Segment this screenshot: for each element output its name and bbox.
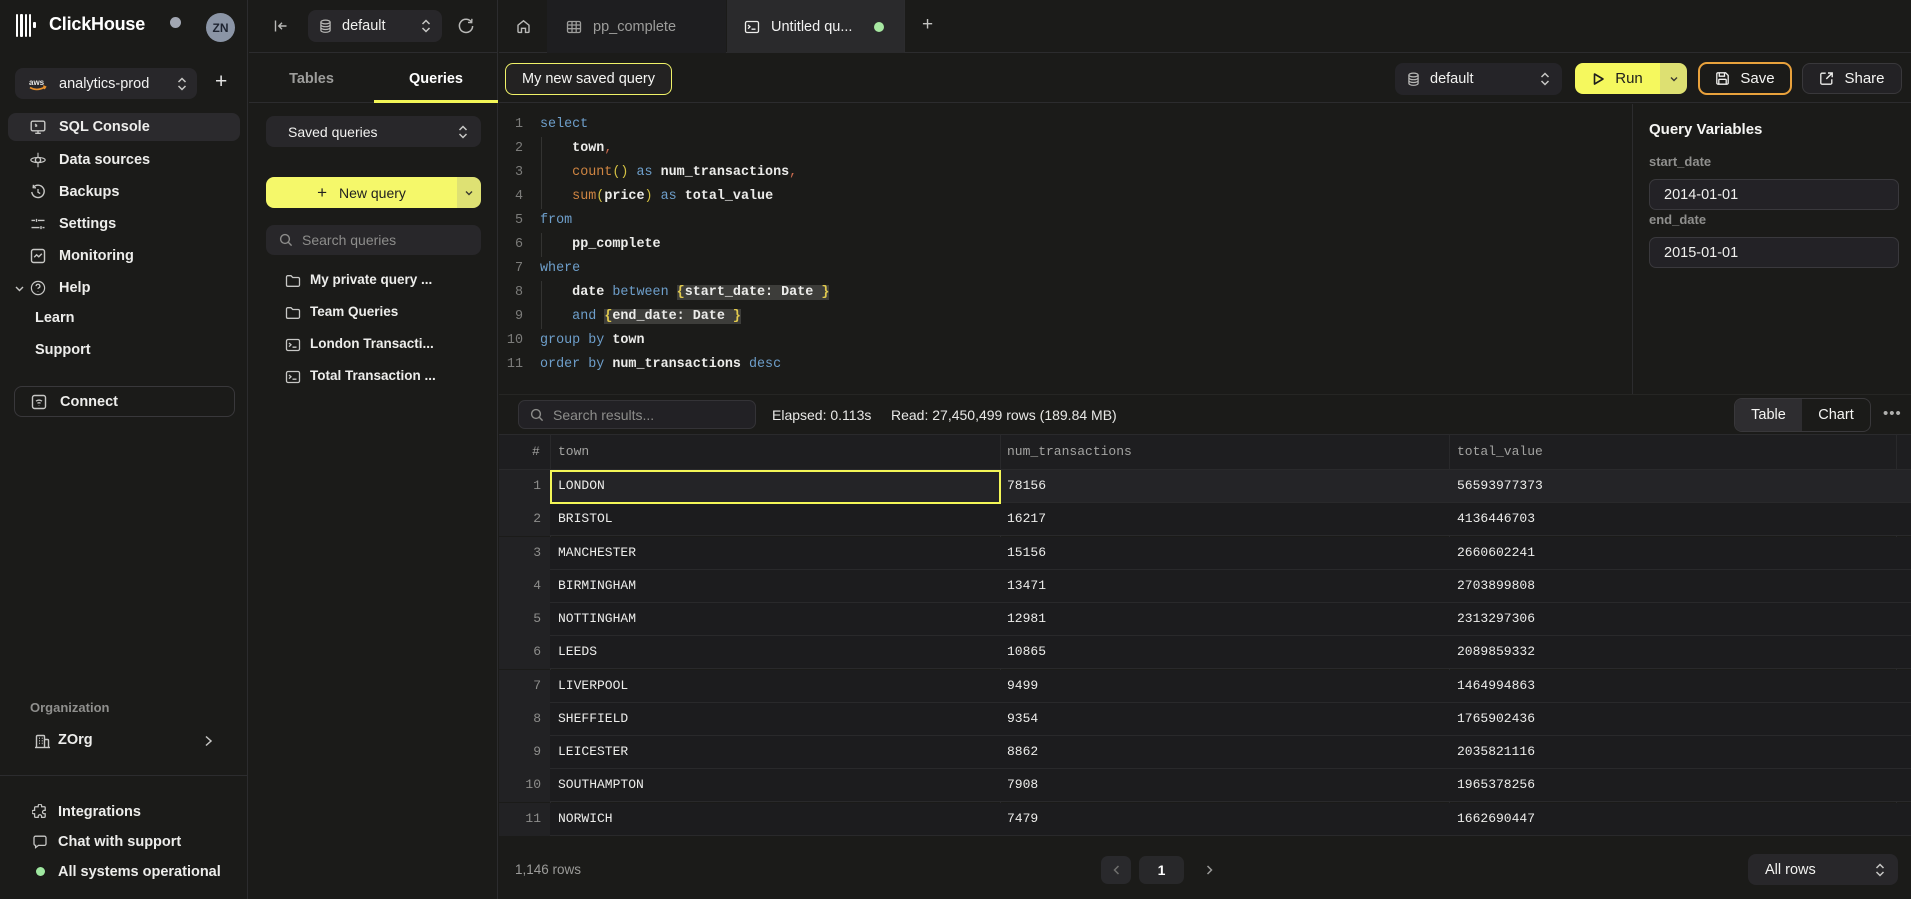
svg-text:aws: aws	[29, 78, 45, 87]
